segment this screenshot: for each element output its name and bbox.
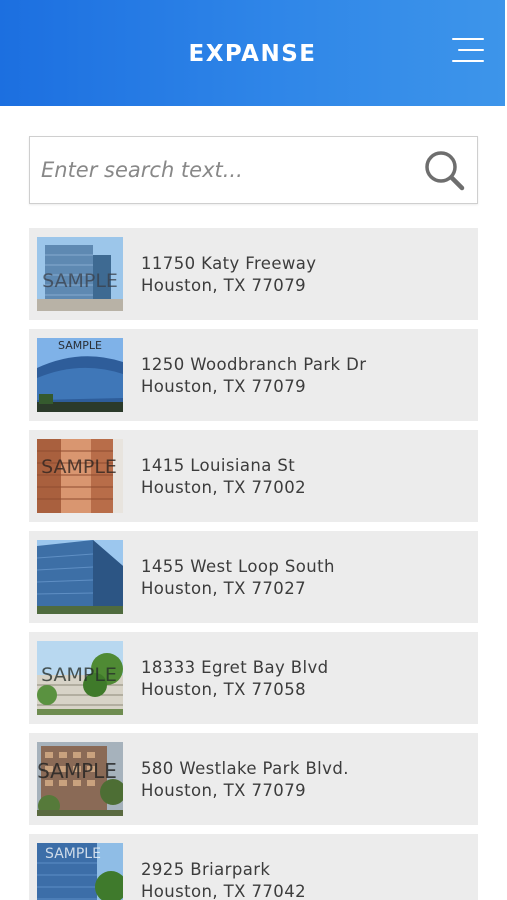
- property-item[interactable]: SAMPLE 2925 Briarpark Houston, TX 77042: [29, 834, 478, 900]
- property-thumbnail: [37, 540, 123, 614]
- address-line1: 580 Westlake Park Blvd.: [141, 759, 349, 778]
- property-item[interactable]: SAMPLE 11750 Katy Freeway Houston, TX 77…: [29, 228, 478, 320]
- svg-text:SAMPLE: SAMPLE: [45, 846, 101, 862]
- property-thumbnail: SAMPLE: [37, 742, 123, 816]
- property-item[interactable]: SAMPLE 580 Westlake Park Blvd. Houston, …: [29, 733, 478, 825]
- property-item[interactable]: SAMPLE 1250 Woodbranch Park Dr Houston, …: [29, 329, 478, 421]
- svg-text:SAMPLE: SAMPLE: [42, 270, 118, 292]
- property-address: 2925 Briarpark Houston, TX 77042: [141, 859, 306, 900]
- hamburger-menu-icon[interactable]: [450, 36, 484, 64]
- property-address: 18333 Egret Bay Blvd Houston, TX 77058: [141, 657, 329, 701]
- search-box: [29, 136, 478, 204]
- expanse-logo[interactable]: EXPANSE: [0, 41, 505, 67]
- svg-text:SAMPLE: SAMPLE: [58, 339, 102, 352]
- property-item[interactable]: SAMPLE 18333 Egret Bay Blvd Houston, TX …: [29, 632, 478, 724]
- address-line2: Houston, TX 77002: [141, 478, 306, 497]
- property-address: 11750 Katy Freeway Houston, TX 77079: [141, 253, 316, 297]
- address-line1: 1415 Louisiana St: [141, 456, 296, 475]
- property-address: 1415 Louisiana St Houston, TX 77002: [141, 455, 306, 499]
- property-item[interactable]: 1455 West Loop South Houston, TX 77027: [29, 531, 478, 623]
- address-line2: Houston, TX 77027: [141, 579, 306, 598]
- property-address: 1455 West Loop South Houston, TX 77027: [141, 556, 335, 600]
- property-thumbnail: SAMPLE: [37, 439, 123, 513]
- search-input[interactable]: [30, 137, 410, 203]
- property-item[interactable]: SAMPLE 1415 Louisiana St Houston, TX 770…: [29, 430, 478, 522]
- address-line2: Houston, TX 77079: [141, 377, 306, 396]
- address-line1: 1250 Woodbranch Park Dr: [141, 355, 367, 374]
- property-address: 580 Westlake Park Blvd. Houston, TX 7707…: [141, 758, 349, 802]
- address-line1: 18333 Egret Bay Blvd: [141, 658, 329, 677]
- address-line1: 11750 Katy Freeway: [141, 254, 317, 273]
- property-thumbnail: SAMPLE: [37, 338, 123, 412]
- search-icon[interactable]: [421, 148, 469, 194]
- address-line2: Houston, TX 77079: [141, 781, 306, 800]
- property-thumbnail: SAMPLE: [37, 237, 123, 311]
- address-line1: 1455 West Loop South: [141, 557, 335, 576]
- app-header: EXPANSE: [0, 0, 505, 106]
- svg-text:SAMPLE: SAMPLE: [37, 759, 117, 783]
- address-line2: Houston, TX 77058: [141, 680, 306, 699]
- svg-text:SAMPLE: SAMPLE: [41, 456, 117, 478]
- address-line2: Houston, TX 77079: [141, 276, 306, 295]
- property-address: 1250 Woodbranch Park Dr Houston, TX 7707…: [141, 354, 366, 398]
- property-list: SAMPLE 11750 Katy Freeway Houston, TX 77…: [29, 228, 478, 900]
- address-line1: 2925 Briarpark: [141, 860, 271, 879]
- address-line2: Houston, TX 77042: [141, 882, 306, 900]
- svg-text:SAMPLE: SAMPLE: [41, 664, 117, 686]
- property-thumbnail: SAMPLE: [37, 641, 123, 715]
- property-thumbnail: SAMPLE: [37, 843, 123, 900]
